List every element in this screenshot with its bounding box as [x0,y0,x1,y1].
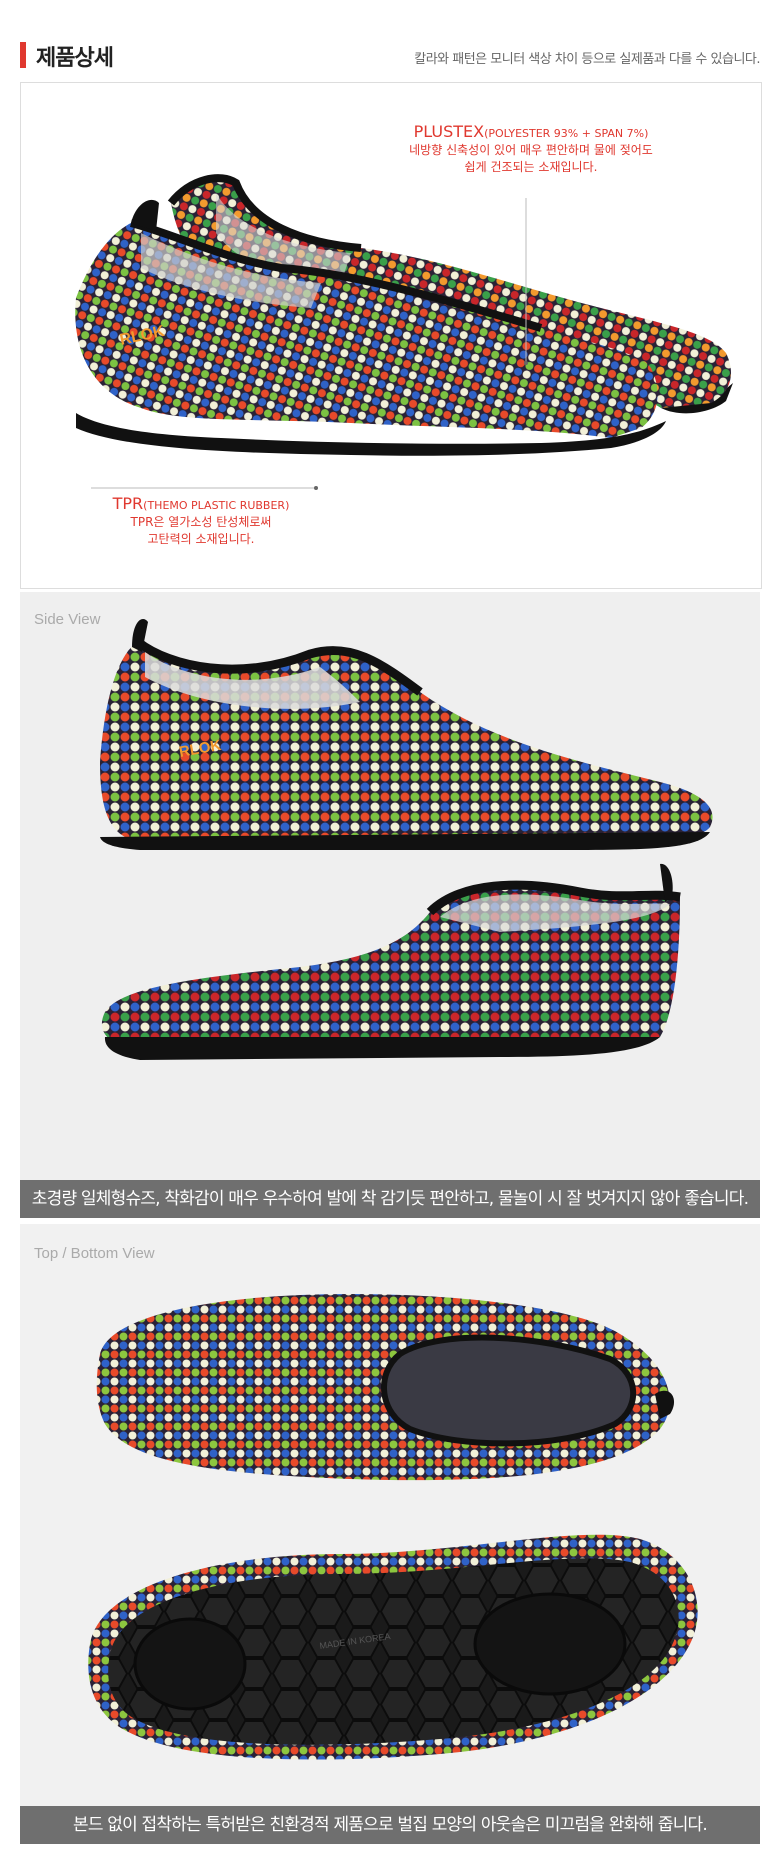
tpr-desc-line2: 고탄력의 소재입니다. [147,532,255,546]
tpr-callout: TPR(THEMO PLASTIC RUBBER) TPR은 열가소성 탄성체로… [101,495,301,548]
plustex-desc-line2: 쉽게 건조되는 소재입니다. [464,160,598,174]
top-bottom-shoes-illustration: Top / Bottom View MADE IN KOREA [34,1245,698,1760]
side-view-caption: 초경량 일체형슈즈, 착화감이 매우 우수하여 발에 착 감기듯 편안하고, 물… [20,1180,760,1218]
plustex-callout: PLUSTEX(POLYESTER 93% + SPAN 7%) 네방향 신축성… [376,123,686,176]
section-title: 제품상세 [36,46,114,71]
tpr-name: TPR [112,494,144,513]
side-view-label: Side View [34,611,101,628]
side-view-panel: Side View RLOK 초경량 일체형슈즈, 착화감이 매우 우수하여 발… [20,592,760,1218]
color-disclaimer: 칼라와 패턴은 모니터 색상 차이 등으로 실제품과 다를 수 있습니다. [414,52,760,67]
plustex-spec: (POLYESTER 93% + SPAN 7%) [484,127,649,140]
section-header: 제품상세 칼라와 패턴은 모니터 색상 차이 등으로 실제품과 다를 수 있습니… [20,38,760,74]
side-view-shoes-illustration: Side View RLOK [34,611,713,1060]
tpr-desc-line1: TPR은 열가소성 탄성체로써 [130,515,272,529]
tpr-spec: (THEMO PLASTIC RUBBER) [143,499,290,512]
detail-panel: RLOK PLUSTEX(POLYESTER 93% + SPAN 7%) 네방… [20,82,762,589]
header-accent-bar [20,42,26,68]
plustex-name: PLUSTEX [413,122,485,141]
top-bottom-view-label: Top / Bottom View [34,1245,155,1262]
top-bottom-caption: 본드 없이 접착하는 특허받은 친환경적 제품으로 벌집 모양의 아웃솔은 미끄… [20,1806,760,1844]
plustex-desc-line1: 네방향 신축성이 있어 매우 편안하며 물에 젖어도 [409,143,653,157]
top-bottom-view-panel: Top / Bottom View MADE IN KOREA 본드 없이 접착… [20,1224,760,1844]
